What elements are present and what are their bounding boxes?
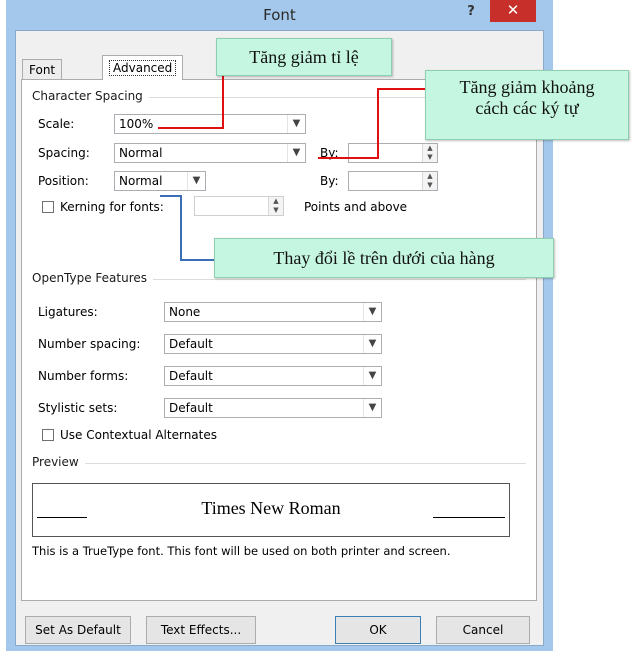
chevron-down-icon[interactable]: ▼	[363, 335, 381, 353]
set-as-default-button[interactable]: Set As Default	[25, 616, 131, 644]
spin-arrows-icon[interactable]: ▲ ▼	[422, 172, 437, 190]
help-icon[interactable]: ?	[456, 2, 486, 24]
spacing-combo[interactable]: Normal ▼	[114, 143, 306, 163]
spacing-callout-line2: cách các ký tự	[475, 98, 579, 118]
advanced-panel: Character Spacing Scale: 100% ▼ Spacing:…	[21, 79, 537, 601]
number-spacing-label: Number spacing:	[38, 337, 141, 351]
spin-up-icon[interactable]: ▲	[423, 172, 437, 181]
contextual-alternates-checkbox[interactable]	[42, 429, 54, 441]
scale-callout: Tăng giảm tỉ lệ	[216, 38, 392, 76]
preview-sample-text: Times New Roman	[201, 498, 341, 518]
preview-note: This is a TrueType font. This font will …	[32, 544, 451, 558]
stylistic-sets-combo[interactable]: Default ▼	[164, 398, 382, 418]
spin-up-icon[interactable]: ▲	[423, 144, 437, 153]
close-icon[interactable]: ✕	[490, 0, 536, 22]
position-by-spinner[interactable]: ▲ ▼	[348, 171, 438, 191]
stylistic-sets-label: Stylistic sets:	[38, 401, 118, 415]
tab-font[interactable]: Font	[22, 59, 63, 80]
spin-down-icon[interactable]: ▼	[423, 153, 437, 162]
preview-heading: Preview	[32, 455, 85, 469]
number-spacing-combo[interactable]: Default ▼	[164, 334, 382, 354]
position-label: Position:	[38, 174, 89, 188]
spacing-pointer-line	[377, 88, 425, 90]
spacing-by-spinner[interactable]: ▲ ▼	[348, 143, 438, 163]
text-effects-button[interactable]: Text Effects...	[146, 616, 256, 644]
chevron-down-icon[interactable]: ▼	[287, 115, 305, 133]
spin-up-icon[interactable]: ▲	[269, 197, 283, 206]
spin-down-icon[interactable]: ▼	[269, 206, 283, 215]
spacing-pointer-line	[318, 157, 379, 159]
preview-rule-right	[433, 517, 505, 518]
number-forms-label: Number forms:	[38, 369, 129, 383]
kerning-label: Kerning for fonts:	[60, 200, 164, 214]
position-pointer-line	[180, 259, 216, 261]
scale-label: Scale:	[38, 117, 75, 131]
number-forms-value: Default	[169, 369, 213, 383]
spin-down-icon[interactable]: ▼	[423, 181, 437, 190]
chevron-down-icon[interactable]: ▼	[363, 303, 381, 321]
character-spacing-heading: Character Spacing	[32, 89, 149, 103]
spin-arrows-icon[interactable]: ▲ ▼	[422, 144, 437, 162]
position-combo[interactable]: Normal ▼	[114, 171, 206, 191]
tab-advanced-label: Advanced	[109, 60, 177, 76]
chevron-down-icon[interactable]: ▼	[287, 144, 305, 162]
position-pointer-line	[160, 195, 182, 197]
chevron-down-icon[interactable]: ▼	[187, 172, 205, 190]
contextual-alternates-label: Use Contextual Alternates	[60, 428, 218, 442]
number-forms-combo[interactable]: Default ▼	[164, 366, 382, 386]
title-bar[interactable]: Font ? ✕	[6, 0, 553, 30]
scale-value: 100%	[119, 117, 154, 131]
spacing-label: Spacing:	[38, 146, 90, 160]
chevron-down-icon[interactable]: ▼	[363, 367, 381, 385]
preview-box: Times New Roman	[32, 483, 510, 537]
stylistic-sets-value: Default	[169, 401, 213, 415]
position-by-label: By:	[320, 174, 339, 188]
kerning-spinner[interactable]: ▲ ▼	[194, 196, 284, 216]
kerning-checkbox[interactable]	[42, 201, 54, 213]
opentype-heading: OpenType Features	[32, 271, 154, 285]
tab-advanced[interactable]: Advanced	[102, 55, 184, 80]
position-callout: Thay đổi lề trên dưới của hàng	[214, 238, 554, 278]
spacing-callout: Tăng giảm khoảng cách các ký tự	[425, 70, 629, 140]
ligatures-value: None	[169, 305, 201, 319]
spacing-value: Normal	[119, 146, 163, 160]
position-value: Normal	[119, 174, 163, 188]
ligatures-label: Ligatures:	[38, 305, 98, 319]
scale-pointer-line	[158, 127, 224, 129]
spacing-pointer-line	[377, 88, 379, 158]
scale-pointer-line	[222, 76, 224, 128]
ligatures-combo[interactable]: None ▼	[164, 302, 382, 322]
ok-button[interactable]: OK	[335, 616, 421, 644]
chevron-down-icon[interactable]: ▼	[363, 399, 381, 417]
scale-combo[interactable]: 100% ▼	[114, 114, 306, 134]
section-divider	[32, 463, 526, 464]
spin-arrows-icon[interactable]: ▲ ▼	[268, 197, 283, 215]
cancel-button[interactable]: Cancel	[436, 616, 530, 644]
number-spacing-value: Default	[169, 337, 213, 351]
position-pointer-line	[180, 195, 182, 261]
spacing-callout-line1: Tăng giảm khoảng	[459, 77, 595, 97]
points-and-above-label: Points and above	[304, 200, 408, 214]
